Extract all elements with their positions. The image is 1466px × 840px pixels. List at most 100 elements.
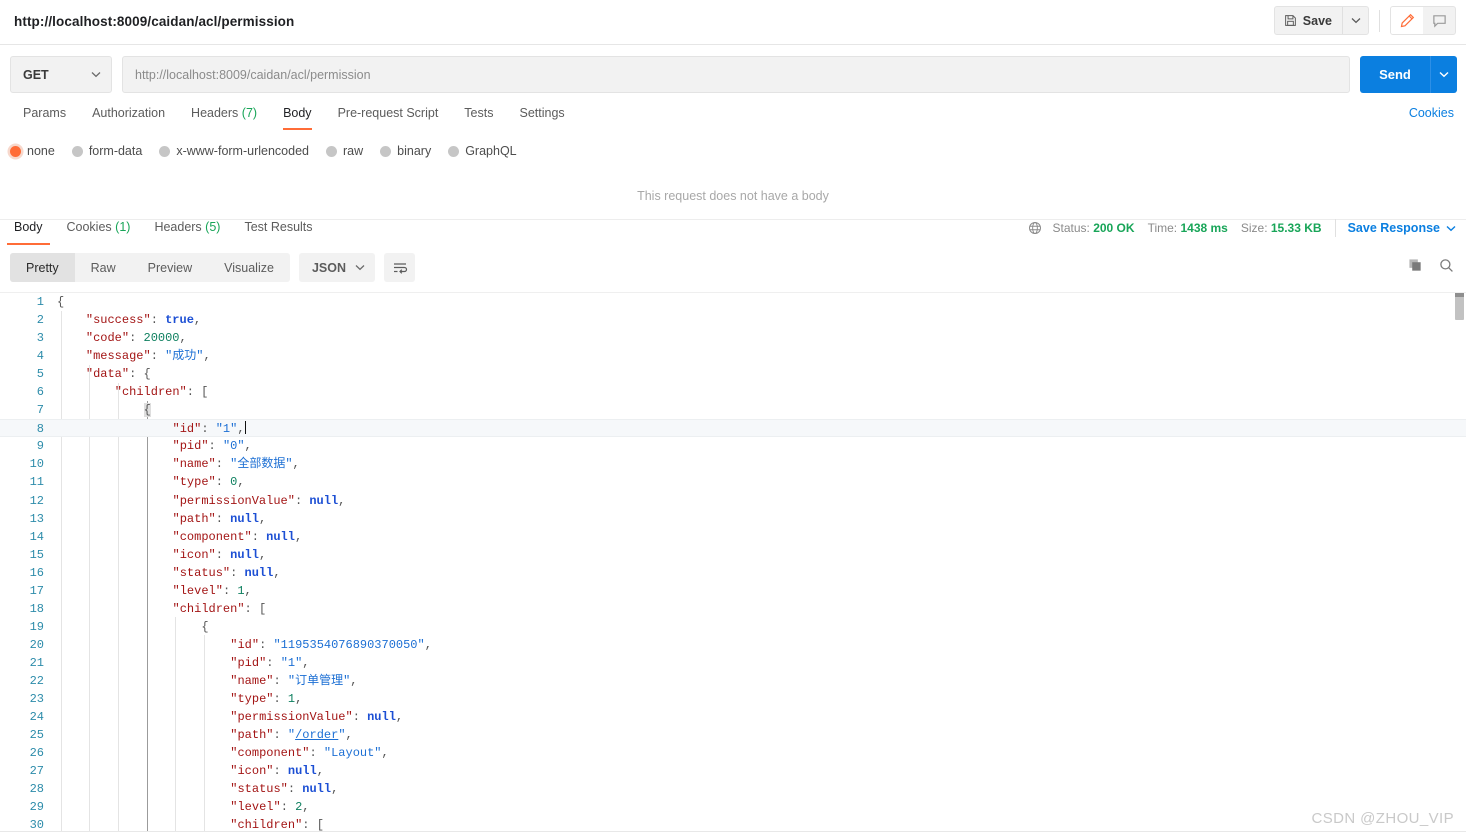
tab-headers[interactable]: Headers (7) <box>178 104 270 130</box>
radio-label: binary <box>397 144 432 158</box>
response-tab-cookies[interactable]: Cookies (1) <box>55 216 143 245</box>
radio-label: x-www-form-urlencoded <box>176 144 309 158</box>
status-label-text: Status: <box>1052 221 1090 235</box>
radio-label: form-data <box>88 144 143 158</box>
response-body-editor[interactable]: 1{2 "success": true, 3 "code": 20000, 4 "mess… <box>0 292 1466 832</box>
code-token-punc: , <box>381 746 389 761</box>
code-line[interactable]: 17 "level": 1, <box>0 582 1466 600</box>
editor-scrollbar-thumb[interactable] <box>1455 296 1464 320</box>
search-icon[interactable] <box>1439 258 1454 273</box>
code-line[interactable]: 19 { <box>0 618 1466 636</box>
tab-pre-request-script[interactable]: Pre-request Script <box>325 104 452 130</box>
view-mode-raw[interactable]: Raw <box>75 253 132 282</box>
copy-icon[interactable] <box>1408 258 1423 273</box>
code-token-str: " <box>287 728 296 743</box>
code-line[interactable]: 14 "component": null, <box>0 528 1466 546</box>
code-line[interactable]: 2 "success": true, <box>0 311 1466 329</box>
code-line-text: "level": 2, <box>230 798 309 816</box>
response-tab-body[interactable]: Body <box>2 216 55 245</box>
response-tab-headers[interactable]: Headers (5) <box>142 216 232 245</box>
cookies-link[interactable]: Cookies <box>1409 106 1454 120</box>
view-mode-pretty[interactable]: Pretty <box>10 253 75 282</box>
status-label: Status: 200 OK <box>1053 221 1135 235</box>
request-tab-title: http://localhost:8009/caidan/acl/permiss… <box>14 14 295 29</box>
time-label: Time: 1438 ms <box>1148 221 1228 235</box>
code-line[interactable]: 6 "children": [ <box>0 383 1466 401</box>
code-line[interactable]: 23 "type": 1, <box>0 690 1466 708</box>
code-line[interactable]: 24 "permissionValue": null, <box>0 708 1466 726</box>
code-line[interactable]: 7{ <box>0 401 1466 419</box>
view-mode-visualize[interactable]: Visualize <box>208 253 290 282</box>
code-token-punc: , <box>395 710 404 725</box>
body-type-binary[interactable]: binary <box>380 144 431 158</box>
code-line[interactable]: 20 "id": "1195354076890370050", <box>0 636 1466 654</box>
code-line[interactable]: 1{ <box>0 293 1466 311</box>
editor-scrollbar-thumb-cap[interactable] <box>1455 293 1464 297</box>
code-line[interactable]: 22 "name": "订单管理", <box>0 672 1466 690</box>
tab-params[interactable]: Params <box>10 104 79 130</box>
body-type-x-www-form-urlencoded[interactable]: x-www-form-urlencoded <box>159 144 309 158</box>
code-token-punc: : <box>230 565 245 580</box>
code-line[interactable]: 15 "icon": null, <box>0 546 1466 564</box>
url-input[interactable]: http://localhost:8009/caidan/acl/permiss… <box>122 56 1350 93</box>
view-mode-preview[interactable]: Preview <box>132 253 208 282</box>
comments-button[interactable] <box>1423 7 1455 34</box>
code-token-punc: , <box>295 692 303 707</box>
code-token-punc: : <box>287 782 303 797</box>
code-line[interactable]: 4 "message": "成功", <box>0 347 1466 365</box>
code-token-str: "成功" <box>165 349 204 364</box>
divider <box>1334 219 1336 237</box>
code-line[interactable]: 12 "permissionValue": null, <box>0 492 1466 510</box>
save-options-button[interactable] <box>1342 7 1368 34</box>
code-line[interactable]: 8 "id": "1", <box>0 419 1466 438</box>
code-line[interactable]: 9 "pid": "0", <box>0 437 1466 455</box>
send-options-button[interactable] <box>1430 56 1457 93</box>
code-line[interactable]: 30 "children": [ <box>0 816 1466 832</box>
send-button[interactable]: Send <box>1360 56 1430 93</box>
code-line[interactable]: 28 "status": null, <box>0 780 1466 798</box>
code-line[interactable]: 29 "level": 2, <box>0 798 1466 816</box>
code-line-text: "path": null, <box>173 510 267 528</box>
code-line[interactable]: 10 "name": "全部数据", <box>0 455 1466 473</box>
text-cursor <box>244 421 246 435</box>
code-line-text: "icon": null, <box>230 762 324 780</box>
code-line[interactable]: 25 "path": "/order", <box>0 726 1466 744</box>
body-type-none[interactable]: none <box>10 144 55 158</box>
code-line[interactable]: 16 "status": null, <box>0 564 1466 582</box>
code-token-key: "success" <box>85 313 151 328</box>
code-line[interactable]: 13 "path": null, <box>0 510 1466 528</box>
code-line[interactable]: 27 "icon": null, <box>0 762 1466 780</box>
code-line[interactable]: 26 "component": "Layout", <box>0 744 1466 762</box>
tab-settings[interactable]: Settings <box>506 104 577 130</box>
code-token-key: "path" <box>172 511 216 526</box>
code-line[interactable]: 5 "data": { <box>0 365 1466 383</box>
body-type-graphql[interactable]: GraphQL <box>448 144 517 158</box>
response-format-select[interactable]: JSON <box>298 253 375 282</box>
code-token-punc: , <box>258 547 267 562</box>
editor-scrollbar[interactable] <box>1454 293 1465 831</box>
edit-request-button[interactable] <box>1391 7 1423 34</box>
code-line[interactable]: 3 "code": 20000, <box>0 329 1466 347</box>
body-type-raw[interactable]: raw <box>326 144 363 158</box>
tab-tests[interactable]: Tests <box>451 104 506 130</box>
code-line-number: 4 <box>36 349 44 364</box>
code-line[interactable]: 11 "type": 0, <box>0 473 1466 491</box>
code-line[interactable]: 18 "children": [ <box>0 600 1466 618</box>
editor-bottom-rule <box>0 831 1466 832</box>
body-type-form-data[interactable]: form-data <box>71 144 143 158</box>
code-line-text: "type": 0, <box>173 473 245 491</box>
response-tab-test-results[interactable]: Test Results <box>232 216 324 245</box>
code-line-number: 14 <box>29 529 44 544</box>
save-response-button[interactable]: Save Response <box>1348 221 1456 235</box>
http-method-select[interactable]: GET <box>10 56 112 93</box>
code-line-number: 29 <box>29 800 44 815</box>
body-type-radio-group: none form-data x-www-form-urlencoded raw… <box>10 144 534 158</box>
code-token-punc: , <box>244 439 252 454</box>
tab-authorization[interactable]: Authorization <box>79 104 178 130</box>
code-line[interactable]: 21 "pid": "1", <box>0 654 1466 672</box>
code-token-punc: : <box>244 601 259 616</box>
word-wrap-button[interactable] <box>384 253 415 282</box>
tab-body[interactable]: Body <box>270 104 325 130</box>
save-button[interactable]: Save <box>1275 7 1342 34</box>
code-token-key: "id" <box>230 637 260 652</box>
